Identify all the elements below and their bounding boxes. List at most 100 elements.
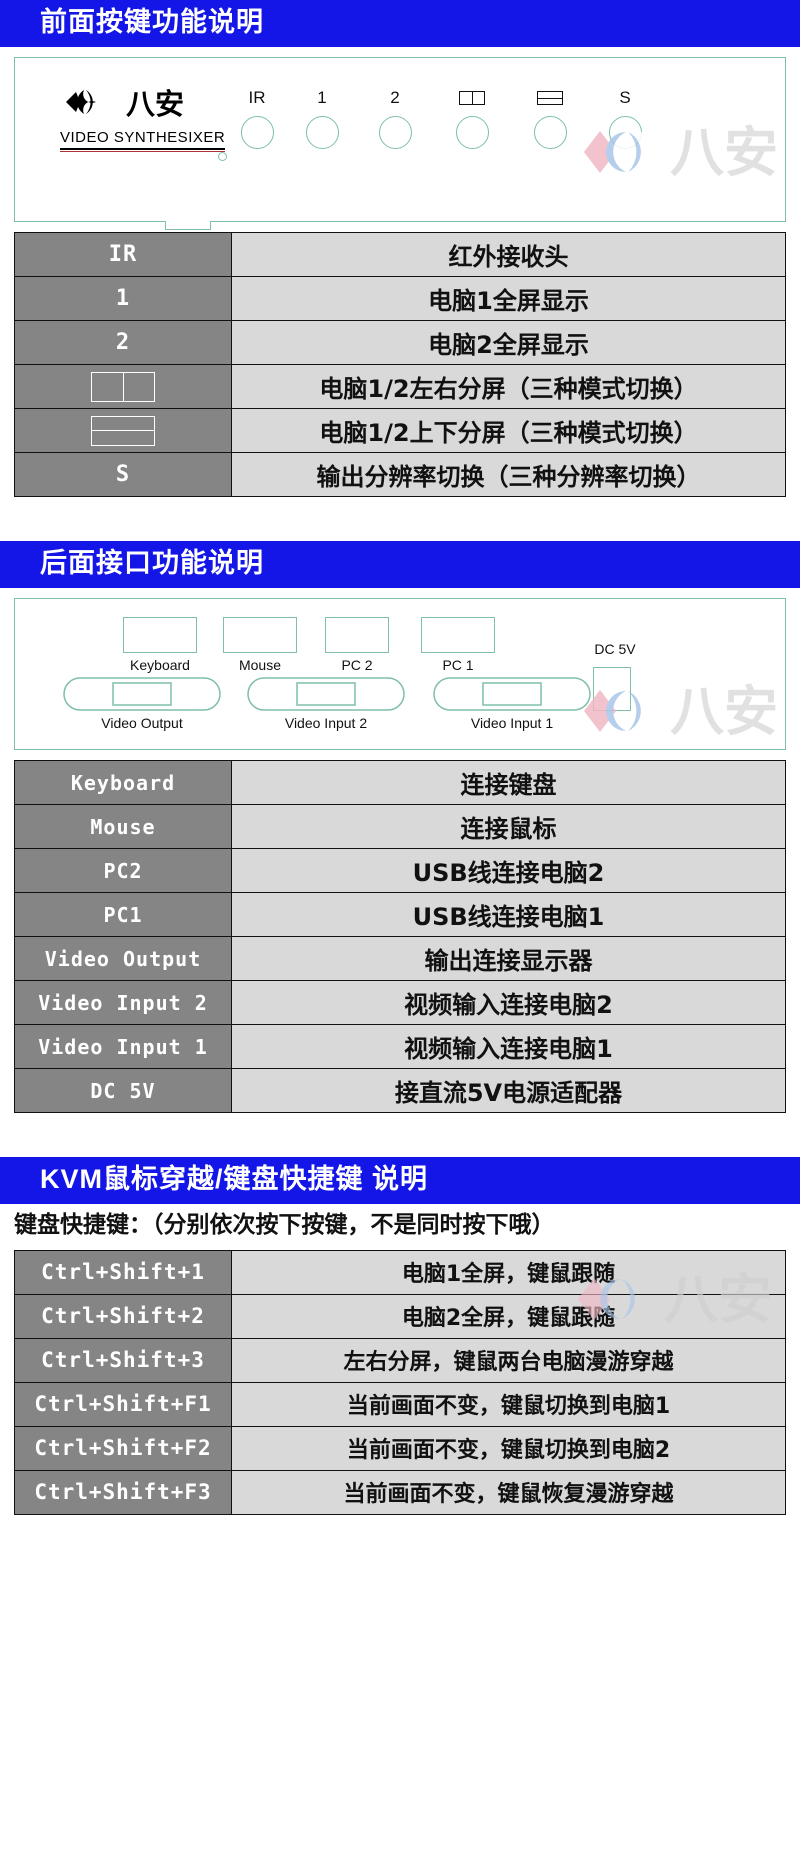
usb-port-mouse-label: Mouse (238, 657, 282, 673)
split-vertical-icon (19, 415, 227, 446)
front-button-split-horizontal-circle[interactable] (455, 116, 489, 149)
rear-table-value-video-output: 输出连接显示器 (231, 936, 786, 981)
kvm-table-key-ctrl-shift-2: Ctrl+Shift+2 (14, 1293, 232, 1339)
rear-table-value-video-input-2: 视频输入连接电脑2 (231, 980, 786, 1025)
rear-table-key-video-output: Video Output (14, 936, 232, 981)
front-button-1-circle[interactable] (305, 116, 339, 149)
front-button-s-circle[interactable] (608, 116, 642, 149)
front-button-function-table: IR 红外接收头 1 电脑1全屏显示 2 电脑2全屏显示 电脑1/2左右分屏（三… (14, 232, 786, 497)
front-table-value-split-vertical: 电脑1/2上下分屏（三种模式切换） (231, 408, 786, 453)
rear-table-key-dc5v: DC 5V (14, 1068, 232, 1113)
brand-underline (60, 151, 226, 152)
rear-table-value-video-input-1: 视频输入连接电脑1 (231, 1024, 786, 1069)
brand-name-cn: 八安 (126, 87, 185, 121)
power-port-dc5v[interactable] (593, 667, 631, 711)
usb-port-keyboard[interactable] (123, 617, 197, 653)
front-button-s-label: S (619, 88, 631, 107)
rear-table-value-pc2: USB线连接电脑2 (231, 848, 786, 893)
front-panel-illustration-wrap: 八安 VIDEO SYNTHESIXER IR 1 2 S 八安 (0, 47, 800, 230)
front-table-value-split-horizontal: 电脑1/2左右分屏（三种模式切换） (231, 364, 786, 409)
front-button-s[interactable]: S (595, 88, 655, 149)
rear-table-key-pc2: PC2 (14, 848, 232, 893)
rear-table-value-dc5v: 接直流5V电源适配器 (231, 1068, 786, 1113)
rear-table-value-mouse: 连接鼠标 (231, 804, 786, 849)
front-button-2-circle[interactable] (378, 116, 412, 149)
front-panel-notch (165, 221, 211, 230)
vga-port-video-input-2[interactable] (247, 677, 405, 711)
kvm-table-value-ctrl-shift-3: 左右分屏，键鼠两台电脑漫游穿越 (231, 1337, 786, 1383)
split-vertical-icon (520, 88, 580, 108)
kvm-table-key-ctrl-shift-3: Ctrl+Shift+3 (14, 1337, 232, 1383)
rear-table-key-video-input-1: Video Input 1 (14, 1024, 232, 1069)
kvm-table-key-ctrl-shift-f3: Ctrl+Shift+F3 (14, 1469, 232, 1515)
front-table-key-s: S (14, 452, 232, 497)
vga-port-video-input-1-label: Video Input 1 (470, 715, 554, 731)
product-spec-page: 前面按键功能说明 八安 VIDEO SYNTHESIXER IR 1 2 S 八… (0, 0, 800, 1531)
vga-port-video-input-1[interactable] (433, 677, 591, 711)
front-button-split-vertical[interactable] (520, 88, 580, 149)
front-button-2[interactable]: 2 (365, 88, 425, 149)
table-row: S 输出分辨率切换（三种分辨率切换） (14, 452, 786, 497)
front-button-ir[interactable]: IR (227, 88, 287, 149)
front-table-key-2: 2 (14, 320, 232, 365)
usb-port-pc2[interactable] (325, 617, 389, 653)
brand-mark-icon (60, 86, 122, 123)
vga-port-video-output-label: Video Output (101, 715, 183, 731)
split-horizontal-icon (442, 88, 502, 108)
page-bottom-spacer (0, 1515, 800, 1531)
table-row: 电脑1/2左右分屏（三种模式切换） (14, 364, 786, 409)
rear-table-key-keyboard: Keyboard (14, 760, 232, 805)
brand-tagline: VIDEO SYNTHESIXER (60, 129, 226, 150)
rear-port-function-table: Keyboard 连接键盘 Mouse 连接鼠标 PC2 USB线连接电脑2 P… (14, 760, 786, 1113)
table-row: Mouse 连接鼠标 (14, 804, 786, 849)
table-row: Ctrl+Shift+3 左右分屏，键鼠两台电脑漫游穿越 (14, 1337, 786, 1383)
split-horizontal-icon (19, 371, 227, 402)
table-row: IR 红外接收头 (14, 232, 786, 277)
power-port-label: DC 5V (594, 641, 636, 657)
usb-port-keyboard-label: Keyboard (130, 657, 190, 673)
kvm-table-value-ctrl-shift-f1: 当前画面不变，键鼠切换到电脑1 (231, 1381, 786, 1427)
kvm-shortcut-table: Ctrl+Shift+1 电脑1全屏，键鼠跟随 Ctrl+Shift+2 电脑2… (14, 1249, 786, 1515)
table-row: PC2 USB线连接电脑2 (14, 848, 786, 893)
brand-logo: 八安 VIDEO SYNTHESIXER (60, 86, 226, 152)
rear-panel-device: Keyboard Mouse PC 2 PC 1 DC 5V Video Out… (14, 598, 786, 750)
rear-table-value-keyboard: 连接键盘 (231, 760, 786, 805)
table-row: 1 电脑1全屏显示 (14, 276, 786, 321)
table-row: PC1 USB线连接电脑1 (14, 892, 786, 937)
table-row: Video Output 输出连接显示器 (14, 936, 786, 981)
kvm-table-key-ctrl-shift-f2: Ctrl+Shift+F2 (14, 1425, 232, 1471)
kvm-table-value-ctrl-shift-f2: 当前画面不变，键鼠切换到电脑2 (231, 1425, 786, 1471)
rear-panel-banner: 后面接口功能说明 (0, 541, 800, 588)
front-button-2-label: 2 (390, 88, 400, 107)
rear-table-key-pc1: PC1 (14, 892, 232, 937)
kvm-table-value-ctrl-shift-1: 电脑1全屏，键鼠跟随 (231, 1249, 786, 1295)
front-table-value-s: 输出分辨率切换（三种分辨率切换） (231, 452, 786, 497)
front-button-1-label: 1 (317, 88, 327, 107)
front-table-key-split-horizontal (14, 364, 232, 409)
table-row: Ctrl+Shift+F3 当前画面不变，键鼠恢复漫游穿越 (14, 1469, 786, 1515)
kvm-table-value-ctrl-shift-2: 电脑2全屏，键鼠跟随 (231, 1293, 786, 1339)
vga-port-video-output[interactable] (63, 677, 221, 711)
usb-port-mouse[interactable] (223, 617, 297, 653)
usb-port-pc1-label: PC 1 (442, 657, 474, 673)
front-table-key-split-vertical (14, 408, 232, 453)
rear-table-key-mouse: Mouse (14, 804, 232, 849)
table-row: 电脑1/2上下分屏（三种模式切换） (14, 408, 786, 453)
front-button-split-horizontal[interactable] (442, 88, 502, 149)
table-row: Ctrl+Shift+F2 当前画面不变，键鼠切换到电脑2 (14, 1425, 786, 1471)
usb-port-pc1[interactable] (421, 617, 495, 653)
front-button-ir-circle[interactable] (240, 116, 274, 149)
kvm-table-value-ctrl-shift-f3: 当前画面不变，键鼠恢复漫游穿越 (231, 1469, 786, 1515)
front-button-1[interactable]: 1 (292, 88, 352, 149)
kvm-table-key-ctrl-shift-1: Ctrl+Shift+1 (14, 1249, 232, 1295)
front-table-value-1: 电脑1全屏显示 (231, 276, 786, 321)
vga-port-video-input-2-label: Video Input 2 (284, 715, 368, 731)
kvm-shortcut-note: 键盘快捷键：（分别依次按下按键，不是同时按下哦） (14, 1212, 555, 1238)
table-row: Keyboard 连接键盘 (14, 760, 786, 805)
table-row: DC 5V 接直流5V电源适配器 (14, 1068, 786, 1113)
table-row: 2 电脑2全屏显示 (14, 320, 786, 365)
table-row: Ctrl+Shift+1 电脑1全屏，键鼠跟随 (14, 1249, 786, 1295)
rear-table-value-pc1: USB线连接电脑1 (231, 892, 786, 937)
front-button-split-vertical-circle[interactable] (533, 116, 567, 149)
